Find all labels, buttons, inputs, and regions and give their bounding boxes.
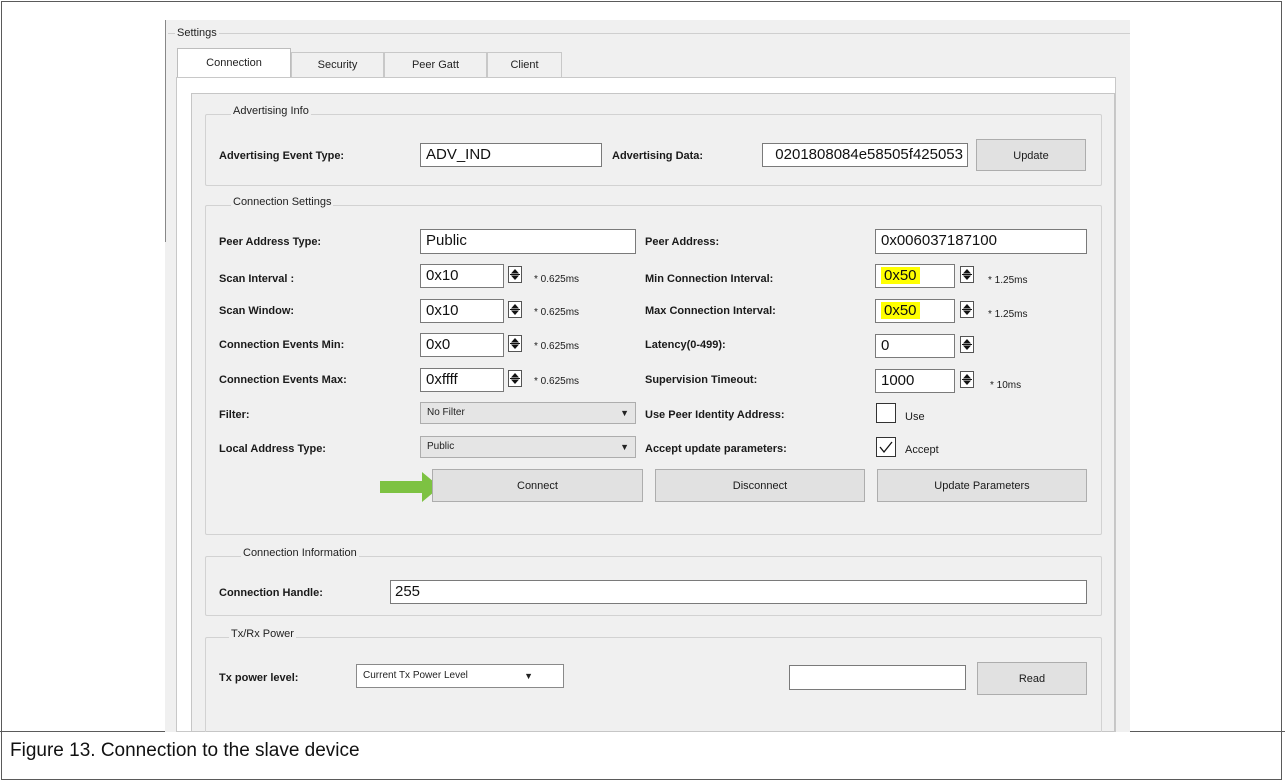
figure-caption: Figure 13. Connection to the slave devic… (10, 740, 360, 761)
advertising-data-label: Advertising Data: (612, 150, 704, 162)
connection-events-min-spin-icon[interactable] (508, 335, 522, 352)
connection-information-title: Connection Information (241, 547, 359, 559)
latency-label: Latency(0-499): (645, 339, 726, 351)
advertising-data-text: 0201808084e58505f425053 (775, 146, 963, 163)
scan-interval-spin-icon[interactable] (508, 266, 522, 283)
connection-settings-title: Connection Settings (231, 196, 334, 208)
tx-power-level-select-value: Current Tx Power Level (363, 670, 468, 681)
advertising-group-title: Advertising Info (231, 105, 311, 117)
filter-select-value: No Filter (427, 407, 465, 418)
min-connection-interval-unit: * 1.25ms (988, 275, 1028, 286)
accept-update-parameters-label: Accept update parameters: (645, 443, 787, 455)
max-connection-interval-label: Max Connection Interval: (645, 305, 776, 317)
peer-address-label: Peer Address: (645, 236, 720, 248)
connection-events-min-field[interactable]: 0x0 (420, 333, 504, 357)
min-connection-interval-label: Min Connection Interval: (645, 273, 774, 285)
local-address-type-select[interactable]: Public ▼ (420, 436, 636, 458)
tx-power-value-field[interactable] (789, 665, 966, 690)
latency-spin-icon[interactable] (960, 336, 974, 353)
connection-events-max-field[interactable]: 0xffff (420, 368, 504, 392)
chevron-down-icon: ▼ (524, 671, 533, 681)
txrx-power-group (205, 637, 1102, 737)
max-connection-interval-spin-icon[interactable] (960, 301, 974, 318)
peer-address-type-field[interactable]: Public (420, 229, 636, 254)
update-button[interactable]: Update (976, 139, 1086, 171)
update-parameters-button[interactable]: Update Parameters (877, 469, 1087, 502)
tab-connection[interactable]: Connection (177, 48, 291, 78)
scan-window-label: Scan Window: (219, 305, 295, 317)
max-connection-interval-field[interactable]: 0x50 (875, 299, 955, 323)
tx-power-level-select[interactable]: Current Tx Power Level ▼ (356, 664, 564, 688)
scan-interval-unit: * 0.625ms (534, 274, 580, 285)
advertising-data-field[interactable]: 0201808084e58505f425053 (762, 143, 968, 167)
tab-peer-gatt[interactable]: Peer Gatt (384, 52, 487, 77)
connection-handle-label: Connection Handle: (219, 587, 323, 599)
read-button[interactable]: Read (977, 662, 1087, 695)
window-left-border (165, 20, 166, 242)
connection-events-max-spin-icon[interactable] (508, 370, 522, 387)
filter-label: Filter: (219, 409, 250, 421)
connection-events-max-label: Connection Events Max: (219, 374, 347, 386)
min-connection-interval-value: 0x50 (881, 267, 920, 284)
filter-select[interactable]: No Filter ▼ (420, 402, 636, 424)
min-connection-interval-field[interactable]: 0x50 (875, 264, 955, 288)
supervision-timeout-label: Supervision Timeout: (645, 374, 758, 386)
connection-events-min-label: Connection Events Min: (219, 339, 345, 351)
min-connection-interval-spin-icon[interactable] (960, 266, 974, 283)
max-connection-interval-value: 0x50 (881, 302, 920, 319)
latency-field[interactable]: 0 (875, 334, 955, 358)
advertising-event-type-label: Advertising Event Type: (219, 150, 345, 162)
peer-address-field[interactable]: 0x006037187100 (875, 229, 1087, 254)
advertising-event-type-field[interactable]: ADV_IND (420, 143, 602, 167)
tab-client[interactable]: Client (487, 52, 562, 77)
tx-power-level-label: Tx power level: (219, 672, 299, 684)
connection-events-max-unit: * 0.625ms (534, 376, 580, 387)
scan-window-unit: * 0.625ms (534, 307, 580, 318)
scan-window-spin-icon[interactable] (508, 301, 522, 318)
tab-security[interactable]: Security (291, 52, 384, 77)
settings-title: Settings (175, 27, 219, 39)
supervision-timeout-field[interactable]: 1000 (875, 369, 955, 393)
accept-checkbox-label: Accept (905, 444, 939, 456)
max-connection-interval-unit: * 1.25ms (988, 309, 1028, 320)
peer-address-type-label: Peer Address Type: (219, 236, 322, 248)
use-peer-identity-address-label: Use Peer Identity Address: (645, 409, 785, 421)
local-address-type-label: Local Address Type: (219, 443, 326, 455)
txrx-power-title: Tx/Rx Power (229, 628, 296, 640)
accept-checkbox[interactable] (876, 437, 896, 457)
disconnect-button[interactable]: Disconnect (655, 469, 865, 502)
settings-group-line (168, 33, 1130, 34)
chevron-down-icon: ▼ (620, 408, 629, 418)
connect-button[interactable]: Connect (432, 469, 643, 502)
supervision-timeout-unit: * 10ms (990, 380, 1022, 391)
local-address-type-value: Public (427, 441, 455, 452)
scan-interval-field[interactable]: 0x10 (420, 264, 504, 288)
connection-handle-field[interactable]: 255 (390, 580, 1087, 604)
connection-events-min-unit: * 0.625ms (534, 341, 580, 352)
scan-interval-label: Scan Interval : (219, 273, 295, 285)
scan-window-field[interactable]: 0x10 (420, 299, 504, 323)
use-checkbox[interactable] (876, 403, 896, 423)
use-checkbox-label: Use (905, 411, 925, 423)
chevron-down-icon: ▼ (620, 442, 629, 452)
supervision-timeout-spin-icon[interactable] (960, 371, 974, 388)
checkmark-icon (879, 441, 893, 454)
